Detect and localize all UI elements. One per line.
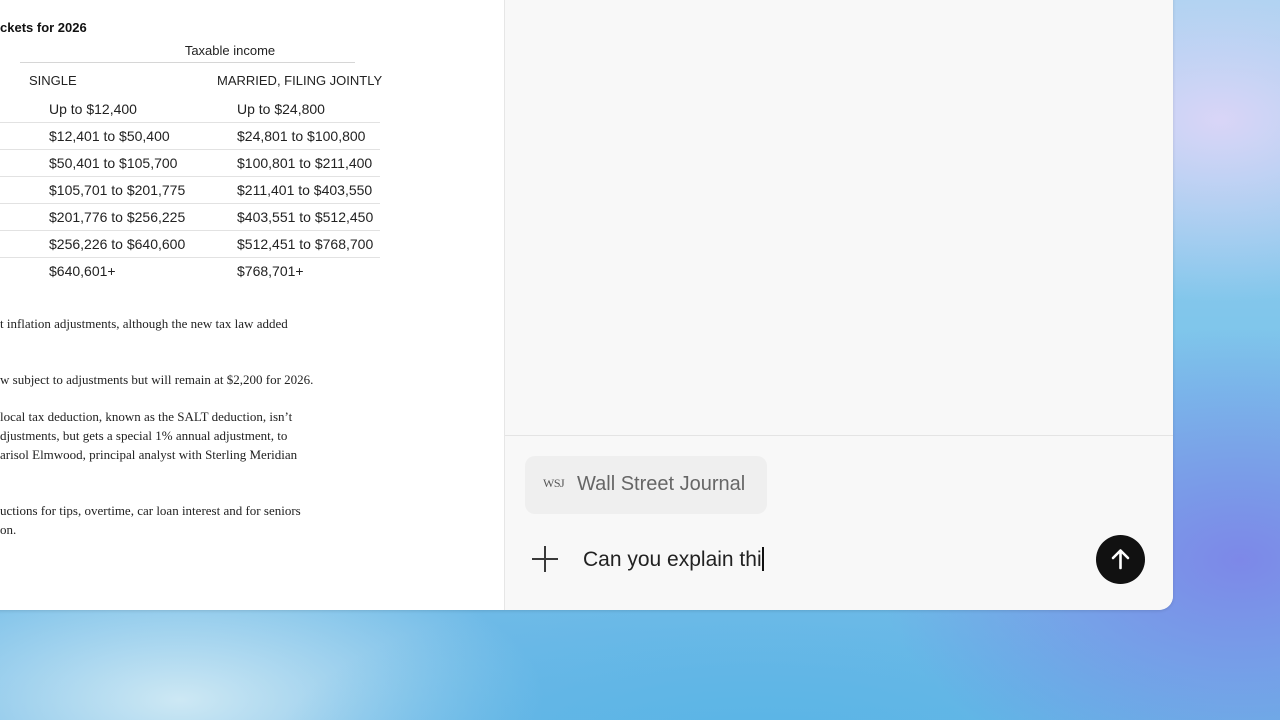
text-caret [761,547,764,571]
wsj-logo-icon: WSJ [543,476,565,490]
column-header-married: MARRIED, FILING JOINTLY [217,73,383,88]
paragraph-line: t inflation adjustments, although the ne… [0,316,288,331]
chat-pane: WSJ Wall Street Journal Can you explain … [505,0,1173,610]
table-row: $201,776 to $256,225 $403,551 to $512,45… [0,203,380,231]
article-paragraph: t inflation adjustments, although the ne… [0,314,420,333]
article-paragraph: w subject to adjustments but will remain… [0,370,420,389]
married-cell: $768,701+ [237,263,304,279]
single-cell: Up to $12,400 [49,101,137,117]
table-row: Up to $12,400 Up to $24,800 [0,95,380,123]
article-paragraph: uctions for tips, overtime, car loan int… [0,501,420,539]
single-cell: $640,601+ [49,263,116,279]
table-row: $105,701 to $201,775 $211,401 to $403,55… [0,176,380,204]
married-cell: $24,801 to $100,800 [237,128,366,144]
single-cell: $256,226 to $640,600 [49,236,186,252]
paragraph-line: djustments, but gets a special 1% annual… [0,428,288,443]
married-cell: $512,451 to $768,700 [237,236,374,252]
married-cell: $211,401 to $403,550 [237,182,373,198]
chat-input-value: Can you explain thi [583,548,762,571]
arrow-up-icon [1111,549,1130,570]
table-title: ckets for 2026 [0,20,87,35]
married-cell: $403,551 to $512,450 [237,209,374,225]
composer-divider [505,435,1173,436]
single-cell: $105,701 to $201,775 [49,182,186,198]
table-row: $12,401 to $50,400 $24,801 to $100,800 [0,122,380,150]
source-chip-wsj[interactable]: WSJ Wall Street Journal [525,456,767,514]
paragraph-line: w subject to adjustments but will remain… [0,372,314,387]
add-attachment-button[interactable] [530,544,560,574]
article-paragraph: local tax deduction, known as the SALT d… [0,407,420,464]
paragraph-line: uctions for tips, overtime, car loan int… [0,503,301,518]
send-button[interactable] [1096,535,1145,584]
single-cell: $50,401 to $105,700 [49,155,178,171]
column-header-single: SINGLE [29,73,77,88]
married-cell: $100,801 to $211,400 [237,155,373,171]
app-window: ckets for 2026 Taxable income SINGLE MAR… [0,0,1173,610]
source-chip-label: Wall Street Journal [577,473,746,495]
table-row: 6 $640,601+ $768,701+ [0,257,380,284]
paragraph-line: local tax deduction, known as the SALT d… [0,409,293,424]
taxable-income-header: Taxable income [20,43,355,63]
article-pane: ckets for 2026 Taxable income SINGLE MAR… [0,0,505,610]
single-cell: $201,776 to $256,225 [49,209,186,225]
chat-input[interactable]: Can you explain thi [583,544,764,576]
single-cell: $12,401 to $50,400 [49,128,170,144]
paragraph-line: arisol Elmwood, principal analyst with S… [0,447,298,462]
married-cell: Up to $24,800 [237,101,325,117]
paragraph-line: on. [0,522,17,537]
table-row: $50,401 to $105,700 $100,801 to $211,400 [0,149,380,177]
table-row: $256,226 to $640,600 $512,451 to $768,70… [0,230,380,258]
